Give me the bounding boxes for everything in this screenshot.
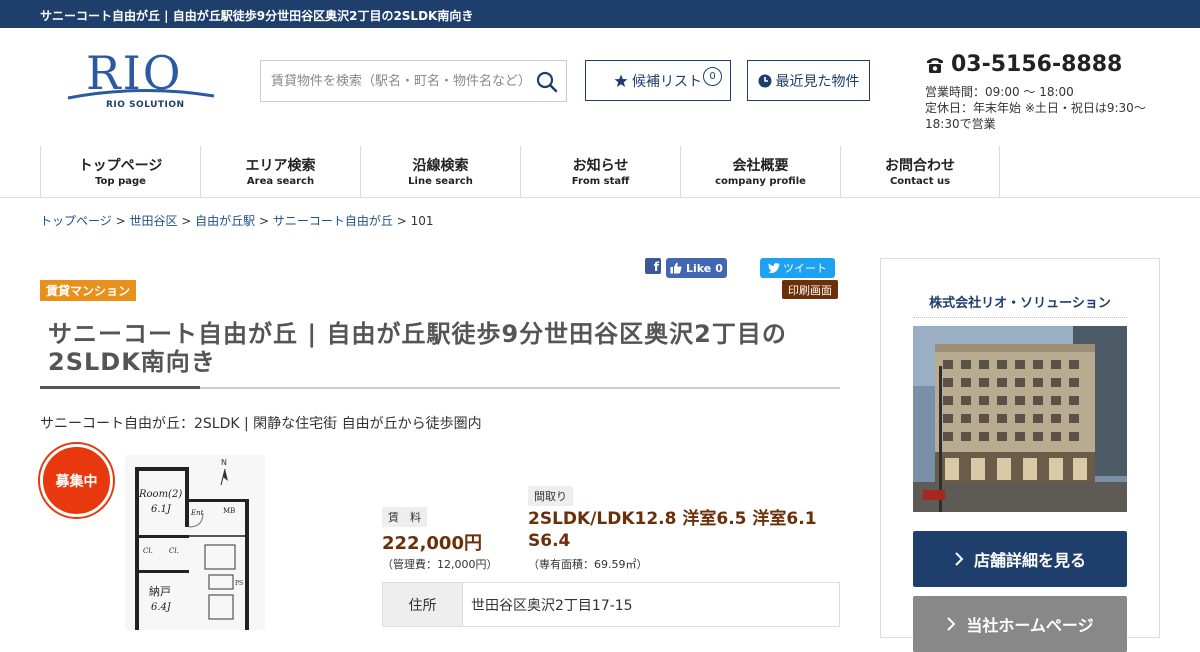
table-row: 住所 世田谷区奥沢2丁目17-15 bbox=[382, 582, 840, 627]
search-box bbox=[260, 60, 567, 102]
breadcrumb-separator: > bbox=[111, 214, 130, 228]
address-label: 住所 bbox=[382, 582, 463, 627]
twitter-bird-icon bbox=[768, 263, 780, 273]
facebook-share-icon[interactable]: f bbox=[645, 258, 661, 274]
nav-label-en: Top page bbox=[95, 176, 146, 187]
nav-label-en: From staff bbox=[571, 176, 630, 187]
storage-label: 納戸 bbox=[149, 585, 171, 598]
facebook-like-button[interactable]: Like 0 bbox=[666, 258, 727, 278]
breadcrumb-current: 101 bbox=[410, 214, 434, 228]
ent-label: Ent bbox=[190, 509, 204, 517]
logo-subtitle: RIO SOLUTION bbox=[106, 100, 185, 110]
tweet-button[interactable]: ツイート bbox=[760, 258, 835, 278]
company-homepage-button[interactable]: 当社ホームページ bbox=[913, 596, 1127, 652]
clock-icon bbox=[758, 74, 771, 87]
search-input[interactable] bbox=[261, 61, 531, 101]
nav-divider bbox=[0, 197, 1200, 198]
storage-size: 6.4J bbox=[151, 602, 172, 613]
breadcrumb-separator: > bbox=[177, 214, 196, 228]
holiday-text: 定休日：年末年始 ※土日・祝日は9:30～18:30で営業 bbox=[925, 101, 1146, 131]
page-heading: サニーコート自由が丘 | 自由が丘駅徒歩9分世田谷区奥沢2丁目の2SLDK南向き bbox=[40, 9, 474, 23]
title-underline-accent bbox=[40, 386, 200, 389]
nav-label-ja: お問合わせ bbox=[885, 158, 955, 174]
nav-item-top[interactable]: トップページ Top page bbox=[40, 146, 200, 198]
office-building-photo bbox=[913, 326, 1127, 512]
business-hours: 営業時間：09:00 ～ 18:00 定休日：年末年始 ※土日・祝日は9:30～… bbox=[925, 84, 1155, 132]
search-icon[interactable] bbox=[536, 71, 558, 93]
nav-label-en: Line search bbox=[408, 176, 473, 187]
phone-icon bbox=[927, 57, 943, 73]
like-label: Like bbox=[686, 261, 712, 275]
category-tag: 賃貸マンション bbox=[40, 280, 137, 301]
company-name: 株式会社リオ・ソリューション bbox=[929, 296, 1111, 311]
sidebar-divider bbox=[913, 317, 1127, 318]
breadcrumb: トップページ > 世田谷区 > 自由が丘駅 > サニーコート自由が丘 > 101 bbox=[40, 212, 433, 229]
mb-label: MB bbox=[223, 507, 235, 515]
layout-value: 2SLDK/LDK12.8 洋室6.5 洋室6.1 S6.4 bbox=[528, 509, 817, 551]
recently-viewed-button[interactable]: 最近見た物件 bbox=[747, 60, 870, 101]
north-label: N bbox=[221, 458, 227, 467]
company-sidebar: 株式会社リオ・ソリューション 店舗詳細を見る 当社ホームページ bbox=[880, 258, 1160, 652]
recently-viewed-label: 最近見た物件 bbox=[775, 73, 860, 90]
property-info-table: 住所 世田谷区奥沢2丁目17-15 bbox=[382, 582, 840, 627]
favorites-button[interactable]: 候補リスト 0 bbox=[585, 60, 731, 101]
favorites-count-badge: 0 bbox=[703, 67, 722, 86]
tweet-label: ツイート bbox=[783, 262, 827, 275]
property-subtitle: サニーコート自由が丘：2SLDK | 閑静な住宅街 自由が丘から徒歩圏内 bbox=[40, 416, 482, 432]
breadcrumb-link-top[interactable]: トップページ bbox=[40, 214, 112, 228]
address-value: 世田谷区奥沢2丁目17-15 bbox=[462, 582, 840, 627]
breadcrumb-link-building[interactable]: サニーコート自由が丘 bbox=[273, 214, 393, 228]
rent-label: 賃 料 bbox=[382, 507, 427, 527]
room1-label: Room(2) bbox=[138, 489, 182, 500]
nav-label-en: Area search bbox=[246, 176, 315, 187]
logo-text: RIO bbox=[86, 46, 183, 100]
layout-label: 間取り bbox=[528, 486, 573, 506]
ps-label: PS bbox=[235, 580, 243, 587]
hours-text: 営業時間：09:00 ～ 18:00 bbox=[925, 85, 1074, 99]
breadcrumb-link-ward[interactable]: 世田谷区 bbox=[129, 214, 177, 228]
room1-size: 6.1J bbox=[151, 504, 172, 515]
nav-item-company[interactable]: 会社概要 company profile bbox=[680, 146, 840, 198]
nav-label-ja: トップページ bbox=[78, 158, 163, 174]
breadcrumb-separator: > bbox=[392, 214, 411, 228]
company-homepage-label: 当社ホームページ bbox=[966, 616, 1094, 635]
site-logo[interactable]: RIO RIO SOLUTION bbox=[66, 48, 216, 114]
nav-item-news[interactable]: お知らせ From staff bbox=[520, 146, 680, 198]
chevron-right-icon bbox=[955, 552, 964, 566]
nav-item-line[interactable]: 沿線検索 Line search bbox=[360, 146, 520, 198]
nav-label-en: Contact us bbox=[889, 176, 951, 187]
like-count: 0 bbox=[715, 261, 723, 275]
facebook-icon-letter: f bbox=[653, 260, 659, 274]
closet-label: Cl. bbox=[143, 547, 153, 555]
nav-label-ja: 会社概要 bbox=[732, 158, 789, 174]
nav-item-contact[interactable]: お問合わせ Contact us bbox=[840, 146, 1000, 198]
shop-details-button[interactable]: 店舗詳細を見る bbox=[913, 531, 1127, 587]
nav-item-area[interactable]: エリア検索 Area search bbox=[200, 146, 360, 198]
nav-label-ja: エリア検索 bbox=[245, 158, 316, 174]
breadcrumb-separator: > bbox=[255, 214, 273, 228]
star-icon bbox=[614, 74, 628, 87]
floor-area: （専有面積：69.59㎡） bbox=[528, 558, 648, 571]
shop-details-label: 店舗詳細を見る bbox=[973, 551, 1086, 570]
top-bar: サニーコート自由が丘 | 自由が丘駅徒歩9分世田谷区奥沢2丁目の2SLDK南向き bbox=[0, 0, 1200, 28]
global-nav: トップページ Top page エリア検索 Area search 沿線検索 L… bbox=[40, 146, 1000, 198]
status-badge: 募集中 bbox=[40, 444, 113, 517]
closet-label: Cl. bbox=[169, 547, 179, 555]
nav-label-en: company profile bbox=[715, 176, 806, 187]
floorplan-image[interactable]: N Room(2) 6.1J Ent MB Cl. Cl. PS 納戸 6.4J bbox=[125, 455, 265, 630]
nav-label-ja: 沿線検索 bbox=[412, 158, 469, 174]
rent-value: 222,000円 bbox=[382, 533, 482, 554]
print-button[interactable]: 印刷画面 bbox=[782, 280, 838, 299]
breadcrumb-link-station[interactable]: 自由が丘駅 bbox=[195, 214, 255, 228]
phone-text: 03-5156-8888 bbox=[951, 52, 1123, 77]
favorites-label: 候補リスト bbox=[632, 73, 702, 90]
property-title: サニーコート自由が丘 | 自由が丘駅徒歩9分世田谷区奥沢2丁目の2SLDK南向き bbox=[48, 320, 787, 376]
phone-number[interactable]: 03-5156-8888 bbox=[925, 52, 1122, 77]
management-fee: （管理費：12,000円） bbox=[382, 558, 498, 571]
thumbs-up-icon bbox=[670, 262, 682, 274]
nav-label-ja: お知らせ bbox=[572, 158, 629, 174]
